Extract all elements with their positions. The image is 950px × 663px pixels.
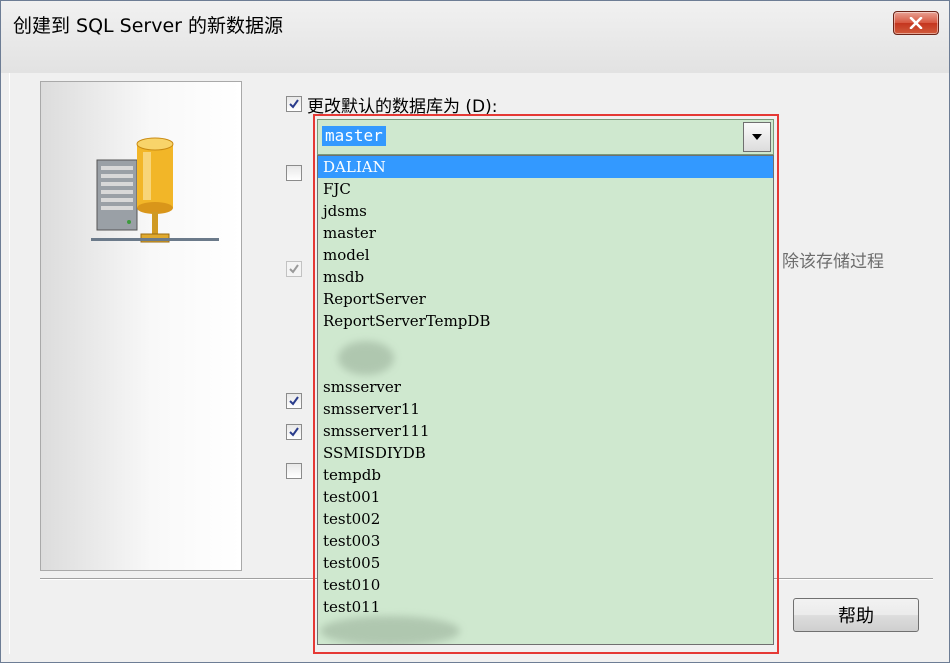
dropdown-item[interactable]: smsserver111: [318, 420, 773, 442]
dialog-window: 创建到 SQL Server 的新数据源 更改默认的数据库为 (D): 除该存储…: [0, 0, 950, 663]
checkmark-icon: [289, 264, 299, 274]
help-button[interactable]: 帮助: [793, 598, 919, 632]
dropdown-item[interactable]: DALIAN: [318, 156, 773, 178]
database-dropdown-list[interactable]: DALIAN FJC jdsms master model msdb Repor…: [317, 155, 774, 645]
checkmark-icon: [289, 99, 299, 109]
dropdown-item[interactable]: ReportServerTempDB: [318, 310, 773, 332]
dropdown-item[interactable]: test001: [318, 486, 773, 508]
stored-procedure-option-label: 除该存储过程: [782, 252, 884, 272]
dropdown-item[interactable]: msdb: [318, 266, 773, 288]
title-bar[interactable]: 创建到 SQL Server 的新数据源: [1, 1, 949, 73]
dropdown-item[interactable]: tempdb: [318, 464, 773, 486]
dropdown-item[interactable]: test011: [318, 596, 773, 618]
chevron-down-icon: [752, 134, 762, 140]
dropdown-item[interactable]: SSMISDIYDB: [318, 442, 773, 464]
default-database-combobox[interactable]: master: [317, 119, 774, 155]
combobox-dropdown-button[interactable]: [743, 122, 771, 152]
dropdown-item[interactable]: smsserver: [318, 376, 773, 398]
dropdown-item[interactable]: test010: [318, 574, 773, 596]
window-title: 创建到 SQL Server 的新数据源: [13, 15, 284, 37]
wizard-image-panel: [40, 81, 242, 571]
close-icon: [909, 17, 923, 29]
dropdown-item[interactable]: FJC: [318, 178, 773, 200]
checkmark-icon: [289, 396, 299, 406]
option-checkbox-5[interactable]: [286, 424, 302, 440]
option-checkbox-2[interactable]: [286, 165, 302, 181]
dropdown-item[interactable]: master: [318, 222, 773, 244]
dropdown-item[interactable]: test005: [318, 552, 773, 574]
option-checkbox-3[interactable]: [286, 261, 302, 277]
combobox-selected-value: master: [322, 126, 386, 146]
dropdown-item[interactable]: test003: [318, 530, 773, 552]
dropdown-item[interactable]: model: [318, 244, 773, 266]
dropdown-item[interactable]: smsserver11: [318, 398, 773, 420]
dropdown-item[interactable]: ReportServer: [318, 288, 773, 310]
redacted-blur: [320, 616, 460, 644]
change-default-db-checkbox[interactable]: [286, 96, 302, 112]
option-checkbox-6[interactable]: [286, 463, 302, 479]
checkmark-icon: [289, 427, 299, 437]
option-checkbox-4[interactable]: [286, 393, 302, 409]
redacted-blur: [338, 341, 394, 375]
database-server-icon: [91, 137, 219, 243]
dropdown-item[interactable]: jdsms: [318, 200, 773, 222]
close-button[interactable]: [893, 11, 939, 35]
dropdown-item[interactable]: test002: [318, 508, 773, 530]
